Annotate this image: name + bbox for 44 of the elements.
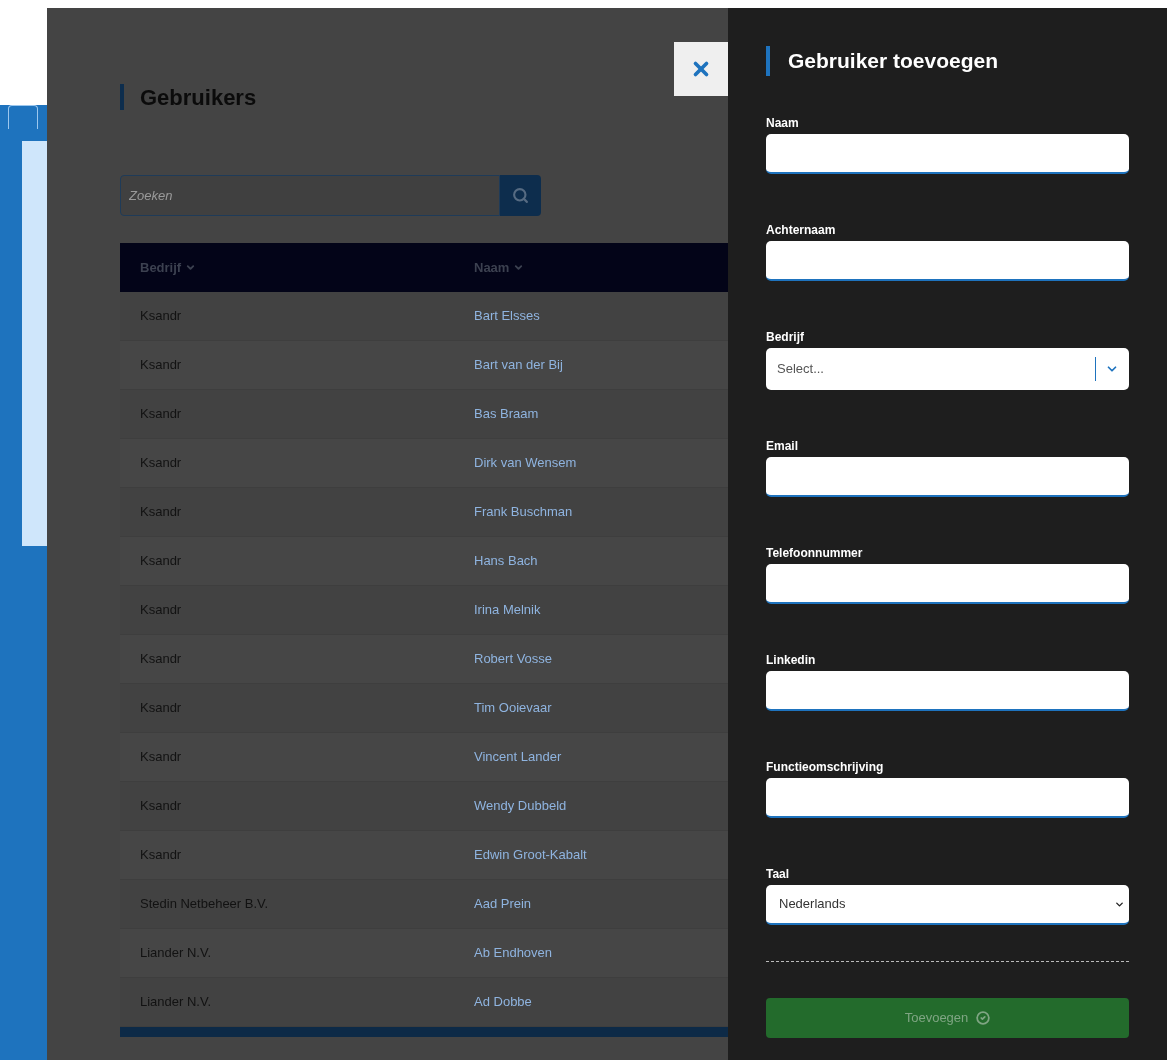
check-circle-icon [976, 1011, 991, 1025]
field-label: Naam [766, 115, 800, 128]
user-name-link[interactable]: Robert Vosse [474, 649, 553, 669]
input-field[interactable] [766, 457, 1129, 497]
company-dropdown[interactable]: Select... [766, 348, 1129, 390]
title-accent-bar [120, 84, 124, 110]
user-name-link[interactable]: Ab Endhoven [474, 943, 553, 963]
field-label: Bedrijf [766, 329, 805, 342]
language-select[interactable]: Nederlands [766, 885, 1129, 925]
search-field[interactable]: Zoeken [120, 175, 500, 216]
user-name-link[interactable]: Wendy Dubbeld [474, 796, 567, 816]
user-name-link[interactable]: Bart van der Bij [474, 355, 563, 375]
input-field[interactable] [766, 241, 1129, 281]
input-field[interactable] [766, 564, 1129, 604]
horizontal-scrollbar[interactable] [120, 1027, 728, 1037]
user-name-link[interactable]: Aad Prein [474, 894, 532, 914]
user-name-link[interactable]: Bart Elsses [474, 306, 540, 326]
user-name-link[interactable]: Tim Ooievaar [474, 698, 552, 718]
user-name-link[interactable]: Vincent Lander [474, 747, 562, 767]
input-field[interactable] [766, 134, 1129, 174]
search-icon [512, 187, 529, 204]
field-label: Taal [766, 866, 791, 879]
page-title: Gebruikers [140, 83, 257, 112]
tab-outline [8, 105, 38, 129]
user-name-link[interactable]: Bas Braam [474, 404, 539, 424]
user-name-link[interactable]: Dirk van Wensem [474, 453, 577, 473]
input-field[interactable] [766, 778, 1129, 818]
user-name-link[interactable]: Edwin Groot-Kabalt [474, 845, 587, 865]
sort-caret-icon [513, 262, 525, 273]
field-label: Achternaam [766, 222, 837, 235]
user-name-link[interactable]: Frank Buschman [474, 502, 573, 522]
close-button[interactable] [674, 42, 728, 96]
input-field[interactable] [766, 671, 1129, 711]
field-label: Functieomschrijving [766, 759, 885, 772]
user-name-link[interactable]: Hans Bach [474, 551, 538, 571]
drawer-title: Gebruiker toevoegen [788, 48, 999, 75]
field-label: Telefoonnummer [766, 545, 864, 558]
sort-caret-icon [185, 262, 197, 273]
title-accent-bar [766, 46, 770, 76]
user-name-link[interactable]: Irina Melnik [474, 600, 541, 620]
search-button[interactable] [500, 175, 541, 216]
user-name-link[interactable]: Ad Dobbe [474, 992, 532, 1012]
field-label: Linkedin [766, 652, 817, 665]
field-label: Email [766, 438, 799, 451]
